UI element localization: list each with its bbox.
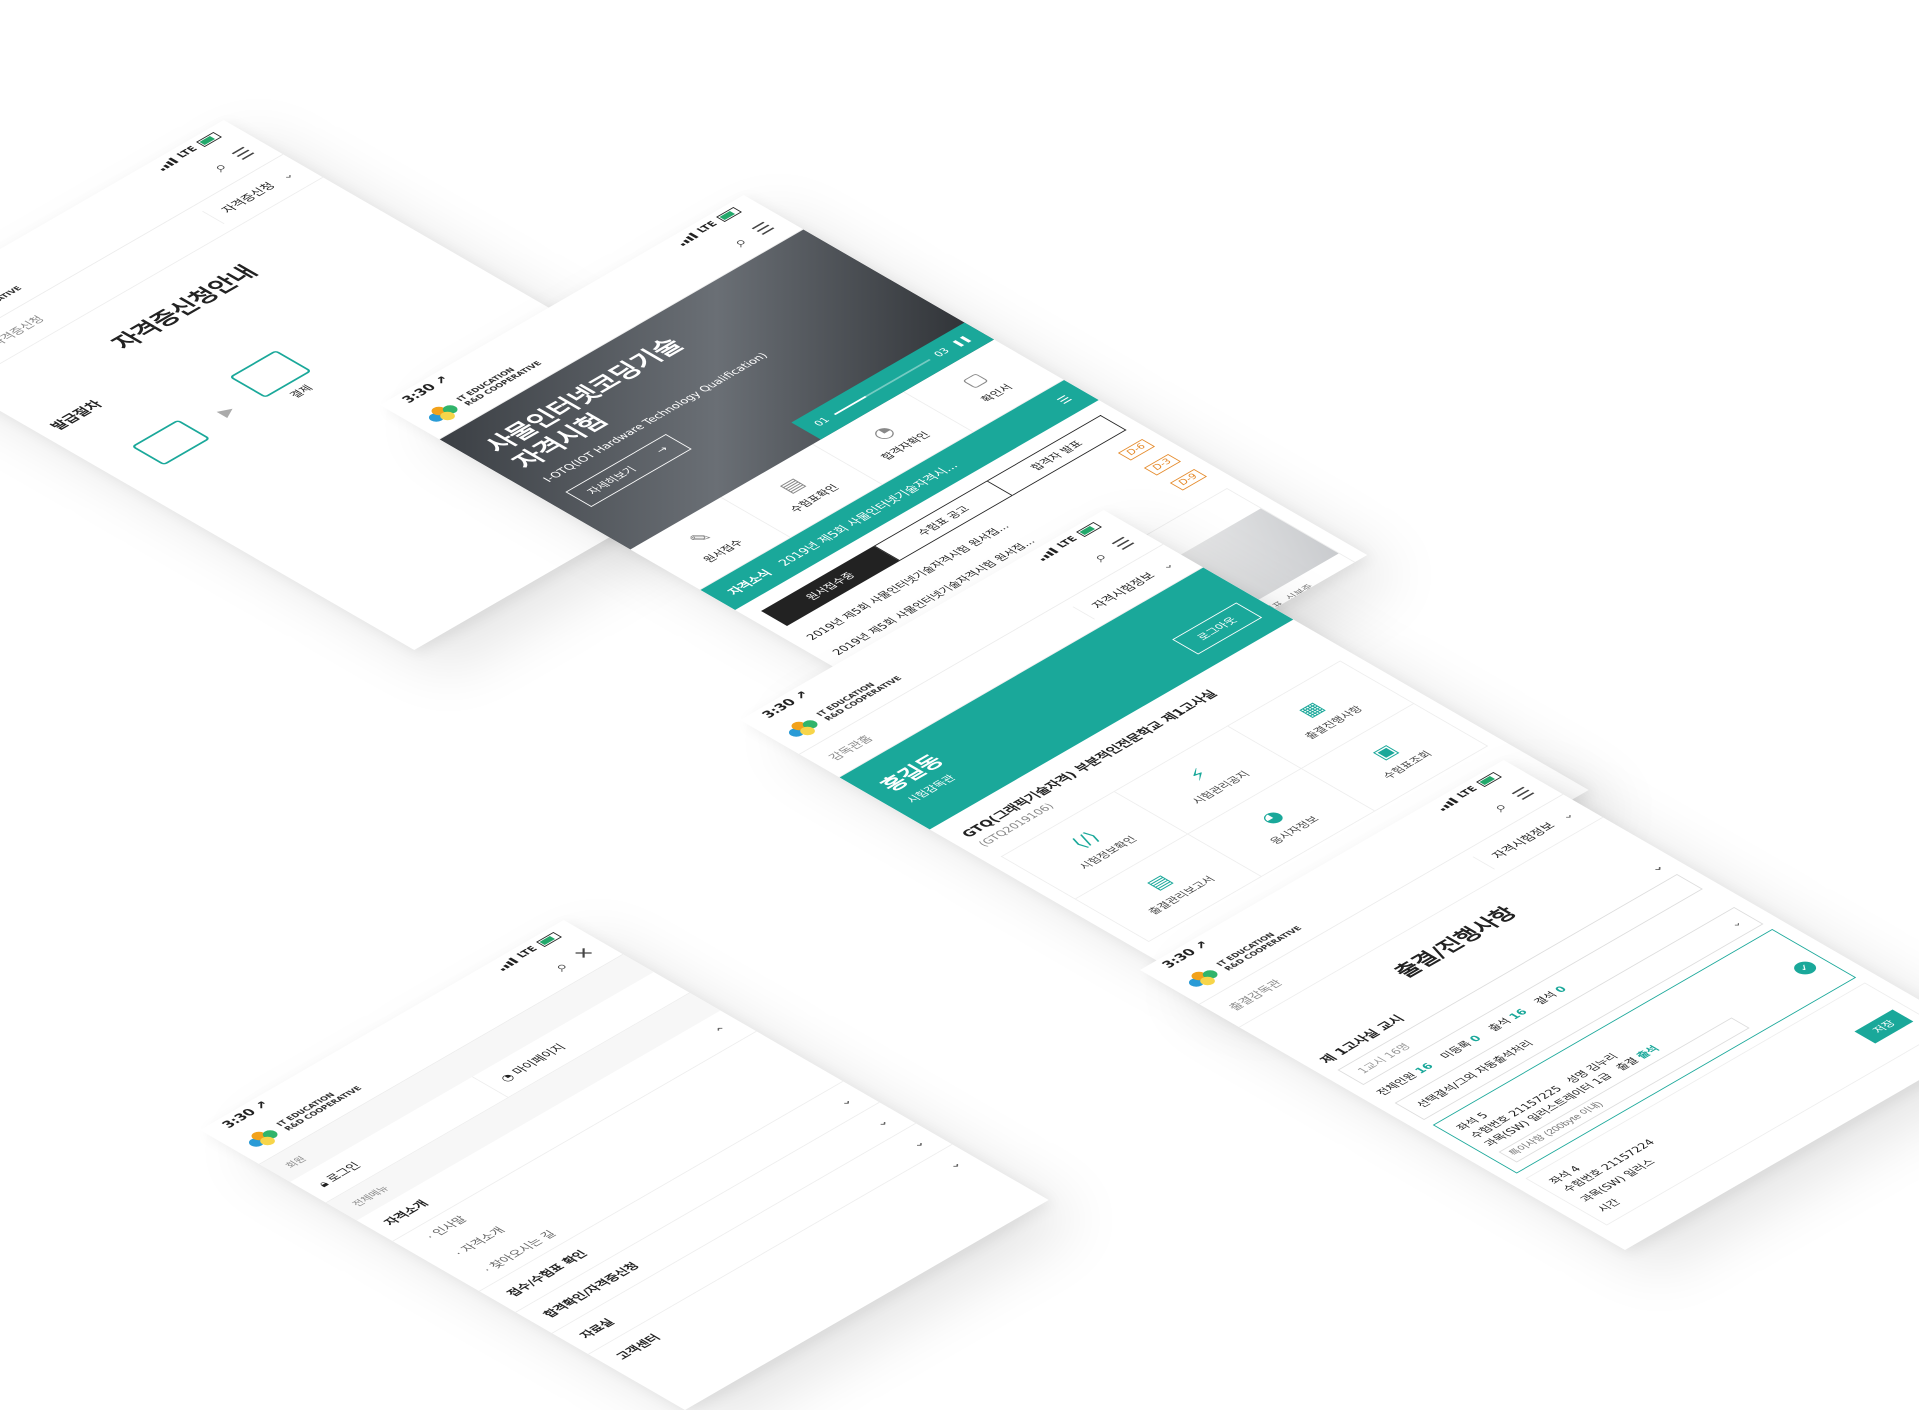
bolt-icon: ⚡︎ <box>1181 764 1215 785</box>
step-label: 결제 <box>287 383 316 400</box>
user-check-icon: ◕ <box>1253 806 1290 828</box>
phone-menu: 3:30 ↗ LTE IT EDUCATION R&D COOPERATIVE ⌕… <box>200 920 1049 1410</box>
menu-icon[interactable]: ☰ <box>1508 784 1540 803</box>
arrow-right-icon: → <box>652 444 672 456</box>
code-icon: ⟨/⟩ <box>1065 828 1106 852</box>
calendar-icon: ▦ <box>1292 698 1330 721</box>
search-icon[interactable]: ⌕ <box>1487 799 1514 815</box>
hero-counter-current: 01 <box>811 415 833 428</box>
pencil-icon: ✎ <box>682 527 719 549</box>
tag-icon <box>131 419 211 466</box>
stat-attend: 16 <box>1505 1007 1531 1022</box>
search-icon[interactable]: ⌕ <box>727 234 754 250</box>
document-icon: ▤ <box>1140 871 1178 893</box>
arrow-right-icon[interactable]: → <box>1358 579 1367 590</box>
stat-absent: 0 <box>1551 984 1570 995</box>
logo-mark-icon <box>242 1125 287 1151</box>
arrow-right-icon: ▶ <box>212 403 240 419</box>
hero-title-line2: 자격시험 <box>506 410 616 473</box>
list-icon[interactable]: ☰ <box>1054 393 1075 405</box>
hero-counter-total: 03 <box>931 346 953 359</box>
ticket-icon: ▤ <box>773 474 811 497</box>
pause-icon[interactable]: ❚❚ <box>950 334 974 348</box>
search-icon[interactable]: ⌕ <box>207 159 234 175</box>
dday-badge: D-9 <box>1169 468 1207 491</box>
user-icon: ◔ <box>864 422 901 444</box>
close-icon[interactable]: ✕ <box>568 944 599 962</box>
hero-detail-button[interactable]: 자세히보기 → <box>565 434 692 507</box>
id-card-icon: ▣ <box>1366 741 1404 763</box>
search-icon[interactable]: ⌕ <box>1087 549 1114 565</box>
search-icon[interactable]: ⌕ <box>548 959 575 975</box>
stat-label: 결석 <box>1531 989 1561 1007</box>
logo-mark-icon <box>782 715 827 741</box>
drawer-menu: 회원 🔒︎ 로그인 ◔ 마이페이지 전체메뉴 자격소개 ⌃ · 인사말 · 자격소… <box>259 954 988 1374</box>
menu-icon[interactable]: ☰ <box>1108 534 1140 553</box>
menu-icon[interactable]: ☰ <box>228 144 260 163</box>
stat-unregistered: 0 <box>1466 1033 1485 1044</box>
login-label: 로그인 <box>323 1160 364 1184</box>
stat-label: 출석 <box>1485 1016 1515 1034</box>
logo-mark-icon <box>422 400 467 426</box>
stat-total: 16 <box>1411 1061 1437 1076</box>
menu-icon[interactable]: ☰ <box>748 219 780 238</box>
certificate-icon: ▢ <box>955 369 993 391</box>
hero-button-label: 자세히보기 <box>584 464 640 497</box>
stat-label: 미등록 <box>1437 1039 1475 1061</box>
logo-mark-icon <box>1182 965 1227 991</box>
